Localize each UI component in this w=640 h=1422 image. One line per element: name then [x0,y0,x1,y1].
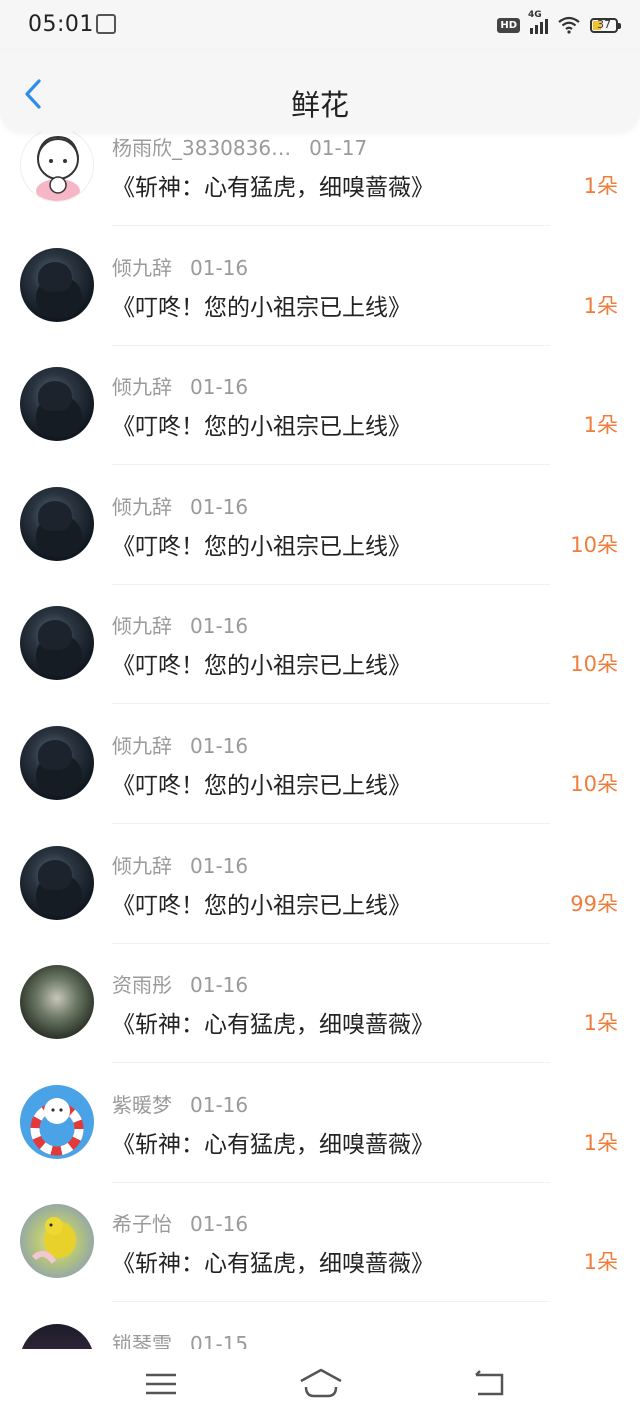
item-meta: 倾九辞 01-16 [112,371,248,400]
list-item[interactable]: 倾九辞 01-16 《叮咚！您的小祖宗已上线》 1朵 [0,345,640,466]
wifi-icon [558,16,580,34]
username[interactable]: 紫暖梦 [112,1093,172,1117]
notification-app-icon [96,14,116,34]
flower-count: 1朵 [583,1130,618,1155]
book-title[interactable]: 《叮咚！您的小祖宗已上线》 [112,886,411,920]
back-arrow-icon[interactable] [470,1367,510,1401]
item-meta: 希子怡 01-16 [112,1208,248,1237]
username[interactable]: 倾九辞 [112,256,172,280]
book-title[interactable]: 《叮咚！您的小祖宗已上线》 [112,407,411,441]
dark-anime-boy-avatar[interactable] [20,367,94,442]
book-title[interactable]: 《斩神：心有猛虎，细嗅蔷薇》 [112,1125,434,1159]
girl-cartoon-avatar[interactable] [20,128,94,202]
flower-count: 1朵 [583,293,618,318]
item-meta: 倾九辞 01-16 [112,252,248,281]
username[interactable]: 倾九辞 [112,495,172,519]
gift-date: 01-17 [309,136,368,160]
username[interactable]: 希子怡 [112,1212,172,1236]
gift-date: 01-16 [190,494,249,519]
flower-count: 10朵 [570,532,618,557]
list-item[interactable]: 杨雨欣_3830836… 01-17 《斩神：心有猛虎，细嗅蔷薇》 1朵 [0,125,640,226]
list-item[interactable]: 倾九辞 01-16 《叮咚！您的小祖宗已上线》 1朵 [0,226,640,346]
menu-icon[interactable] [142,1367,182,1401]
item-meta: 倾九辞 01-16 [112,491,248,520]
username[interactable]: 倾九辞 [112,614,172,638]
list-item[interactable]: 紫暖梦 01-16 《斩神：心有猛虎，细嗅蔷薇》 1朵 [0,1063,640,1183]
hd-icon: HD [497,17,520,33]
item-meta: 倾九辞 01-16 [112,610,248,639]
network-type: 4G [528,10,542,20]
status-time: 05:01 [28,12,94,37]
flower-count: 10朵 [570,772,618,796]
book-title[interactable]: 《叮咚！您的小祖宗已上线》 [112,766,411,800]
dark-anime-boy-avatar[interactable] [20,726,94,800]
book-title[interactable]: 《斩神：心有猛虎，细嗅蔷薇》 [112,1005,434,1039]
username[interactable]: 倾九辞 [112,375,172,399]
battery-icon: 37 [590,17,621,33]
gift-date: 01-16 [190,973,249,998]
book-title[interactable]: 《叮咚！您的小祖宗已上线》 [112,646,411,680]
bird-photo-avatar[interactable] [20,965,94,1040]
swim-ring-cartoon-avatar[interactable] [20,1084,94,1159]
dark-anime-boy-avatar[interactable] [20,845,94,920]
book-title[interactable]: 《叮咚！您的小祖宗已上线》 [112,527,411,561]
item-meta: 锁琴雪 01-15 [112,1328,248,1349]
dark-anime-boy-avatar[interactable] [20,606,94,681]
app-header: 鲜花 [0,50,640,132]
battery-level: 37 [597,17,611,31]
dark-anime-boy-avatar[interactable] [20,486,94,561]
page-title: 鲜花 [290,88,349,122]
flower-count: 1朵 [583,1250,618,1275]
yellow-bird-avatar[interactable] [20,1204,94,1279]
list-item[interactable]: 希子怡 01-16 《斩神：心有猛虎，细嗅蔷薇》 1朵 [0,1182,640,1303]
username[interactable]: 锁琴雪 [112,1332,172,1349]
status-bar: 05:01 HD 4G 37 [0,0,640,50]
flower-gift-list[interactable]: 杨雨欣_3830836… 01-17 《斩神：心有猛虎，细嗅蔷薇》 1朵 倾九辞 01-1… [0,125,640,1349]
status-indicators: HD 4G 37 [497,10,621,37]
flower-count: 99朵 [570,891,618,916]
list-item[interactable]: 倾九辞 01-16 《叮咚！您的小祖宗已上线》 10朵 [0,465,640,585]
username[interactable]: 杨雨欣_3830836… [112,136,291,160]
gift-date: 01-16 [190,853,249,878]
list-item[interactable]: 倾九辞 01-16 《叮咚！您的小祖宗已上线》 10朵 [0,704,640,824]
flower-count: 1朵 [583,1011,618,1036]
gift-date: 01-16 [190,1212,249,1237]
username[interactable]: 倾九辞 [112,854,172,878]
list-item[interactable]: 锁琴雪 01-15 [0,1302,640,1349]
username[interactable]: 倾九辞 [112,734,172,758]
item-meta: 倾九辞 01-16 [112,850,248,879]
flower-count: 1朵 [583,413,618,438]
dark-anime-boy-avatar[interactable] [20,247,94,322]
flower-count: 10朵 [570,652,618,677]
flower-count: 1朵 [583,174,618,198]
gift-date: 01-15 [190,1332,249,1349]
book-title[interactable]: 《叮咚！您的小祖宗已上线》 [112,288,411,322]
item-meta: 紫暖梦 01-16 [112,1089,248,1118]
list-item[interactable]: 倾九辞 01-16 《叮咚！您的小祖宗已上线》 99朵 [0,824,640,944]
item-meta: 资雨彤 01-16 [112,969,248,998]
item-meta: 杨雨欣_3830836… 01-17 [112,132,367,161]
gift-date: 01-16 [190,614,249,639]
list-item[interactable]: 倾九辞 01-16 《叮咚！您的小祖宗已上线》 10朵 [0,584,640,705]
book-title[interactable]: 《斩神：心有猛虎，细嗅蔷薇》 [112,168,434,202]
item-meta: 倾九辞 01-16 [112,730,248,759]
gift-date: 01-16 [190,734,249,758]
home-icon[interactable] [298,1367,344,1401]
cellular-signal-icon: 4G [528,10,548,34]
username[interactable]: 资雨彤 [112,973,172,997]
system-navigation-bar [0,1349,640,1422]
list-item[interactable]: 资雨彤 01-16 《斩神：心有猛虎，细嗅蔷薇》 1朵 [0,943,640,1064]
book-title[interactable]: 《斩神：心有猛虎，细嗅蔷薇》 [112,1244,434,1278]
dark-girl-avatar[interactable] [20,1324,94,1349]
gift-date: 01-16 [190,375,249,400]
gift-date: 01-16 [190,255,249,280]
gift-date: 01-16 [190,1092,249,1117]
